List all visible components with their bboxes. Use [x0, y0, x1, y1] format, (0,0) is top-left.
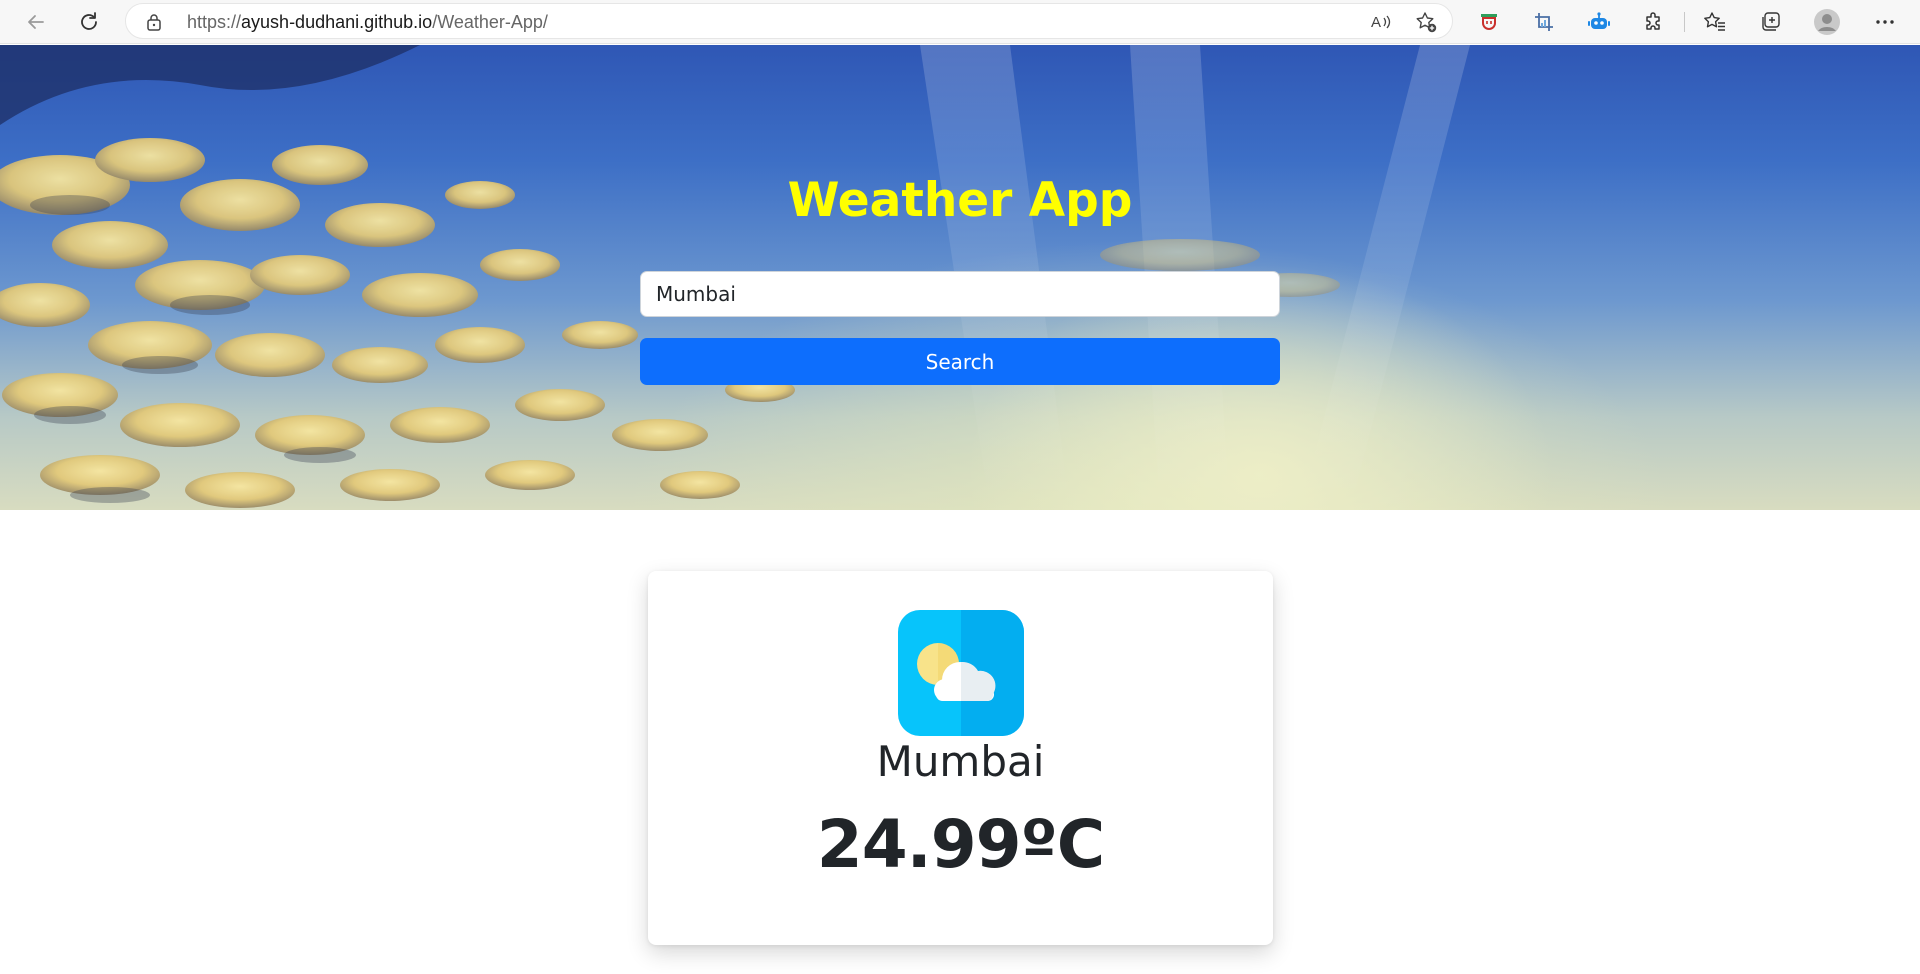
app-title: Weather App	[787, 173, 1133, 228]
read-aloud-icon[interactable]: A	[1368, 8, 1396, 36]
weather-card: Mumbai 24.99ºC	[648, 571, 1273, 945]
result-temperature: 24.99ºC	[816, 806, 1105, 883]
result-city-name: Mumbai	[876, 737, 1045, 786]
url-path: /Weather-App/	[432, 12, 548, 32]
svg-text:A: A	[1371, 14, 1381, 31]
puzzle-icon[interactable]	[1638, 6, 1670, 38]
partly-cloudy-icon	[898, 610, 1024, 736]
search-button[interactable]: Search	[640, 338, 1280, 385]
toolbar-divider	[1684, 12, 1685, 32]
lock-icon[interactable]	[146, 13, 162, 35]
favorites-icon[interactable]	[1699, 6, 1731, 38]
bot-extension-icon[interactable]	[1583, 6, 1615, 38]
shield-extension-icon[interactable]	[1473, 6, 1505, 38]
url-host: ayush-dudhani.github.io	[241, 12, 433, 32]
crop-extension-icon[interactable]	[1528, 6, 1560, 38]
more-menu-icon[interactable]	[1869, 6, 1901, 38]
browser-toolbar: https://ayush-dudhani.github.io/Weather-…	[0, 0, 1920, 44]
reload-icon[interactable]	[73, 6, 105, 38]
city-search-input[interactable]	[640, 271, 1280, 317]
collections-icon[interactable]	[1754, 6, 1786, 38]
url-text[interactable]: https://ayush-dudhani.github.io/Weather-…	[187, 12, 548, 32]
hero-banner: Weather App Search	[0, 45, 1920, 510]
url-prefix: https://	[187, 12, 242, 32]
back-arrow-icon[interactable]	[20, 6, 52, 38]
address-bar[interactable]: https://ayush-dudhani.github.io/Weather-…	[125, 3, 1453, 39]
add-favorite-icon[interactable]	[1412, 8, 1440, 36]
profile-avatar-icon[interactable]	[1811, 6, 1843, 38]
